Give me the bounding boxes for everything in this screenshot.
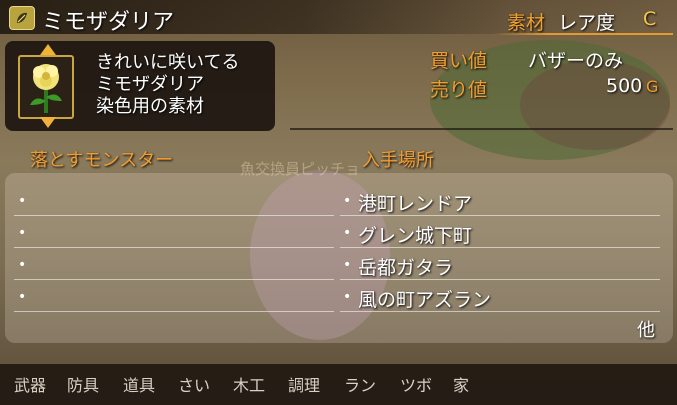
row-divider (14, 247, 334, 248)
buy-price-label: 買い値 (430, 50, 488, 72)
tab-armor[interactable]: 防具 (67, 372, 99, 396)
more-locations-label[interactable]: 他 (637, 316, 655, 342)
row-divider (14, 279, 334, 280)
tab-woodwork[interactable]: 木工 (233, 372, 265, 396)
row-divider (14, 311, 334, 312)
background-foliage (520, 60, 670, 150)
list-bullet: • (18, 225, 27, 241)
list-bullet: • (343, 289, 352, 305)
divider (493, 33, 673, 35)
sell-price-label: 売り値 (430, 79, 488, 101)
gold-unit: G (646, 77, 659, 96)
list-bullet: • (343, 225, 352, 241)
list-bullet: • (18, 289, 27, 305)
list-bullet: • (18, 257, 27, 273)
item-description: きれいに咲いてる ミモザダリア 染色用の素材 (96, 52, 239, 118)
category-tab-bar (0, 364, 677, 405)
scroll-down-arrow-icon[interactable] (40, 117, 56, 128)
leaf-emblem-icon (9, 6, 35, 30)
yellow-flower-icon (30, 64, 62, 113)
location-item[interactable]: 風の町アズラン (358, 285, 491, 312)
description-line: きれいに咲いてる (96, 52, 240, 73)
list-bullet: • (343, 257, 352, 273)
location-item[interactable]: グレン城下町 (358, 221, 472, 248)
item-title: ミモザダリア (42, 10, 175, 35)
locations-header: 入手場所 (362, 150, 434, 171)
item-category: 素材 (507, 12, 546, 34)
sell-price-value: 500 (606, 75, 643, 97)
row-divider (340, 279, 660, 280)
tab-items[interactable]: 道具 (123, 372, 155, 396)
tab-weapons[interactable]: 武器 (14, 372, 46, 396)
row-divider (340, 215, 660, 216)
description-line: 染色用の素材 (96, 96, 204, 117)
tab-sewing[interactable]: さい (178, 372, 210, 396)
location-item[interactable]: 港町レンドア (358, 189, 472, 216)
divider (290, 128, 673, 130)
rarity-label: レア度 (558, 12, 616, 34)
row-divider (340, 311, 660, 312)
item-icon-frame (18, 55, 74, 119)
monsters-header: 落とすモンスター (30, 150, 174, 171)
location-item[interactable]: 岳都ガタラ (358, 253, 453, 280)
tab-cooking[interactable]: 調理 (288, 372, 320, 396)
rarity-grade: C (643, 8, 657, 30)
buy-price-value: バザーのみ (528, 50, 624, 72)
description-line: ミモザダリア (96, 74, 204, 95)
row-divider (340, 247, 660, 248)
drop-info-panel (5, 173, 673, 343)
list-bullet: • (343, 193, 352, 209)
scroll-up-arrow-icon[interactable] (40, 44, 56, 55)
list-bullet: • (18, 193, 27, 209)
row-divider (14, 215, 334, 216)
tab-house[interactable]: 家 (453, 372, 469, 396)
tab-lamp[interactable]: ラン (344, 372, 376, 396)
tab-pot[interactable]: ツボ (400, 372, 432, 396)
